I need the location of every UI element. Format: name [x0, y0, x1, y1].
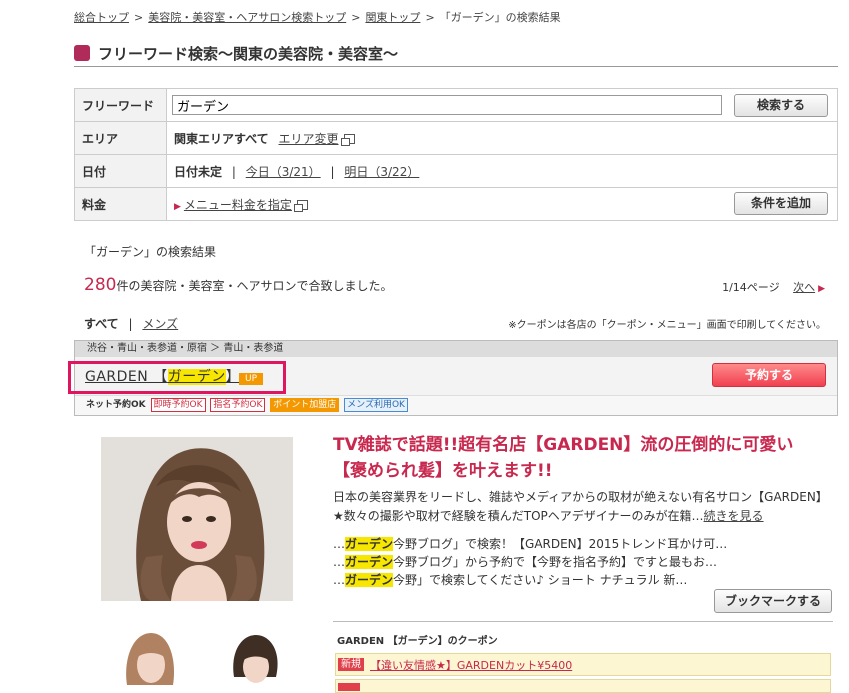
page-title-bar: フリーワード検索～関東の美容院・美容室～ [74, 42, 838, 67]
price-cell: ▶ メニュー料金を指定 条件を追加 [166, 187, 838, 221]
salon-tags: ネット予約OK 即時予約OK 指名予約OK ポイント加盟店 メンズ利用OK [75, 396, 837, 415]
blog-pre: … [333, 573, 345, 587]
blog-text: 今野ブログ」から予約で【今野を指名予約】ですと最もお… [393, 555, 718, 569]
filter-tabs: すべて | メンズ [84, 315, 178, 332]
date-today-link[interactable]: 今日（3/21） [246, 165, 321, 179]
pager: 1/14ページ 次へ ▶ [722, 279, 828, 295]
title-mark-icon [74, 45, 90, 61]
net-reserve-label: ネット予約OK [86, 400, 146, 410]
thumb-1-svg [115, 629, 185, 685]
date-sep: | [231, 164, 236, 179]
triangle-right-icon: ▶ [818, 284, 825, 294]
blog-highlight: ガーデン [345, 555, 394, 569]
tag-point: ポイント加盟店 [270, 398, 340, 412]
breadcrumb-current: 「ガーデン」の検索結果 [439, 11, 561, 24]
blog-snippet: …ガーデン今野ブログ」で検索！【GARDEN】2015トレンド耳かけ可… [333, 535, 829, 553]
results-count-suffix: 件の美容院・美容室・ヘアサロンで合致しました。 [116, 279, 393, 293]
breadcrumb-top[interactable]: 総合トップ [74, 11, 129, 24]
date-label: 日付 [74, 154, 167, 188]
blog-text: 今野ブログ」で検索！【GARDEN】2015トレンド耳かけ可… [393, 537, 728, 551]
popup-window-icon [293, 200, 308, 212]
blog-highlight: ガーデン [345, 537, 394, 551]
salon-headline[interactable]: TV雑誌で話題!!超有名店【GARDEN】流の圧倒的に可愛い【褒められ髪】を叶え… [333, 432, 823, 484]
area-value: 関東エリアすべて [174, 131, 269, 146]
breadcrumb: 総合トップ > 美容院・美容室・ヘアサロン検索トップ > 関東トップ > 「ガーデン」の検索… [74, 9, 561, 25]
coupon-title: GARDEN 【ガーデン】のクーポン [337, 636, 498, 647]
date-value: 日付未定 [174, 164, 223, 179]
coupon-new-badge: 新規 [338, 658, 364, 671]
coupon-text[interactable]: 【違い友情感★】GARDENカット¥5400 [370, 657, 572, 673]
date-cell: 日付未定 | 今日（3/21） | 明日（3/22） [166, 154, 838, 188]
breadcrumb-sep: > [351, 11, 361, 24]
area-label: エリア [74, 121, 167, 155]
breadcrumb-beauty-top[interactable]: 美容院・美容室・ヘアサロン検索トップ [148, 11, 346, 24]
keyword-input[interactable] [172, 95, 722, 115]
coupon-section: GARDEN 【ガーデン】のクーポン 新規 【違い友情感★】GARDENカット¥… [333, 621, 833, 693]
blog-pre: … [333, 537, 345, 551]
filter-mens[interactable]: メンズ [142, 317, 178, 331]
highlight-box [68, 361, 286, 394]
page-info: 1/14ページ [722, 281, 780, 294]
page-title: フリーワード検索～関東の美容院・美容室～ [98, 45, 399, 63]
salon-photo-svg [101, 437, 293, 601]
blog-snippet: …ガーデン今野ブログ」から予約で【今野を指名予約】ですと最もお… [333, 553, 829, 571]
thumb-2-svg [220, 629, 290, 685]
breadcrumb-kanto[interactable]: 関東トップ [365, 11, 420, 24]
tag-mens: メンズ利用OK [344, 398, 408, 412]
salon-thumb-2[interactable] [220, 629, 290, 685]
blog-snippet: …ガーデン今野」で検索してください♪ ショート ナチュラル 新… [333, 571, 829, 589]
results-count-line: 280件の美容院・美容室・ヘアサロンで合致しました。 [84, 275, 392, 295]
results-heading: 「ガーデン」の検索結果 [84, 245, 217, 259]
blog-snippets: …ガーデン今野ブログ」で検索！【GARDEN】2015トレンド耳かけ可… …ガー… [333, 535, 829, 589]
blog-highlight: ガーデン [345, 573, 394, 587]
breadcrumb-sep: > [134, 11, 144, 24]
salon-description: 日本の美容業界をリードし、雑誌やメディアからの取材が絶えない有名サロン【GARD… [333, 488, 829, 526]
read-more-link[interactable]: 続きを見る [704, 509, 764, 523]
filter-all[interactable]: すべて [84, 317, 119, 331]
popup-window-icon [340, 134, 355, 146]
price-label: 料金 [74, 187, 167, 221]
reserve-button[interactable]: 予約する [712, 363, 826, 387]
coupon-new-badge [338, 683, 360, 691]
results-count: 280 [84, 275, 117, 295]
breadcrumb-sep: > [425, 11, 435, 24]
salon-photo[interactable] [101, 437, 293, 601]
blog-text: 今野」で検索してください♪ ショート ナチュラル 新… [393, 573, 688, 587]
tag-instant: 即時予約OK [150, 398, 206, 412]
triangle-right-icon: ▶ [174, 201, 181, 212]
search-button[interactable]: 検索する [734, 94, 828, 117]
salon-thumb-1[interactable] [115, 629, 185, 685]
price-link[interactable]: メニュー料金を指定 [184, 198, 292, 212]
coupon-row[interactable]: 新規 【違い友情感★】GARDENカット¥5400 [335, 653, 831, 676]
add-condition-button[interactable]: 条件を追加 [734, 192, 828, 215]
coupon-note: ※クーポンは各店の「クーポン・メニュー」画面で印刷してください。 [508, 320, 826, 331]
keyword-label: フリーワード [74, 88, 167, 122]
area-change-link[interactable]: エリア変更 [279, 132, 339, 146]
date-tomorrow-link[interactable]: 明日（3/22） [344, 165, 419, 179]
salon-location: 渋谷・青山・表参道・原宿 ＞ 青山・表参道 [75, 341, 837, 357]
bookmark-button[interactable]: ブックマークする [714, 589, 832, 613]
coupon-row[interactable] [335, 679, 831, 693]
area-cell: 関東エリアすべて エリア変更 [166, 121, 838, 155]
blog-pre: … [333, 555, 345, 569]
date-sep: | [330, 164, 335, 179]
next-page-link[interactable]: 次へ [793, 281, 815, 294]
filter-sep: | [128, 317, 133, 331]
tag-nomination: 指名予約OK [210, 398, 266, 412]
